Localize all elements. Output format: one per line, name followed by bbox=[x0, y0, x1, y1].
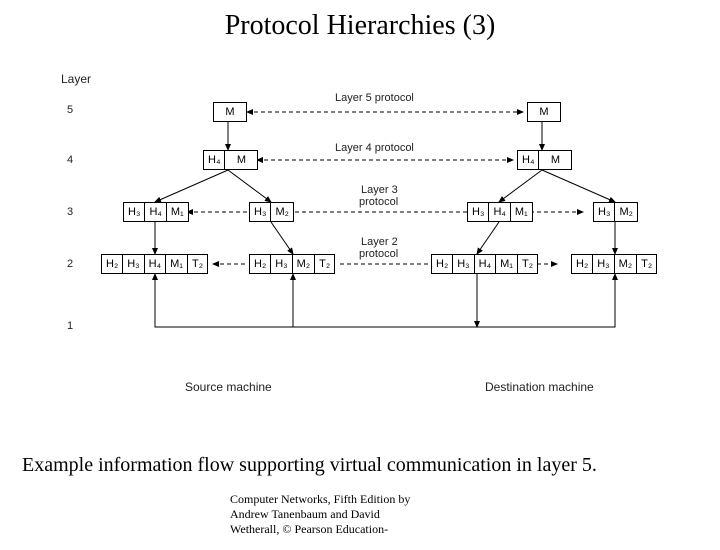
l2-left-b-box: H₂H₃M₂T₂ bbox=[249, 254, 335, 274]
layer-1-label: 1 bbox=[67, 320, 73, 332]
slide-footer: Computer Networks, Fifth Edition by Andr… bbox=[230, 492, 410, 537]
layer-label: Layer bbox=[61, 72, 91, 86]
layer2-protocol-label-b: protocol bbox=[359, 248, 398, 260]
slide-caption: Example information flow supporting virt… bbox=[0, 454, 720, 477]
l5-left-box: M bbox=[213, 102, 247, 122]
l2-right-b-box: H₂H₃M₂T₂ bbox=[571, 254, 657, 274]
l3-left-a-box: H₃H₄M₁ bbox=[123, 202, 189, 222]
l4-right-box: H₄ M bbox=[517, 150, 572, 170]
l3-right-a-box: H₃H₄M₁ bbox=[467, 202, 533, 222]
l3-right-b-box: H₃M₂ bbox=[593, 202, 638, 222]
layer2-protocol-label-a: Layer 2 bbox=[361, 236, 398, 248]
source-machine-label: Source machine bbox=[185, 380, 272, 394]
l2-right-a-box: H₂H₃H₄M₁T₂ bbox=[431, 254, 538, 274]
layer4-protocol-label: Layer 4 protocol bbox=[335, 142, 414, 154]
l5-right-box: M bbox=[527, 102, 561, 122]
l3-left-b-box: H₃M₂ bbox=[249, 202, 294, 222]
footer-line1: Computer Networks, Fifth Edition by bbox=[230, 492, 410, 507]
layer-3-label: 3 bbox=[67, 206, 73, 218]
layer3-protocol-label-a: Layer 3 bbox=[361, 184, 398, 196]
layer-2-label: 2 bbox=[67, 258, 73, 270]
l4-left-box: H₄ M bbox=[203, 150, 258, 170]
protocol-diagram: Layer 5 4 3 2 1 Layer 5 protocol Layer 4… bbox=[55, 72, 710, 432]
layer-4-label: 4 bbox=[67, 154, 73, 166]
footer-line2: Andrew Tanenbaum and David bbox=[230, 507, 410, 522]
layer5-protocol-label: Layer 5 protocol bbox=[335, 92, 414, 104]
layer3-protocol-label-b: protocol bbox=[359, 196, 398, 208]
l2-left-a-box: H₂H₃H₄M₁T₂ bbox=[101, 254, 208, 274]
layer-5-label: 5 bbox=[67, 104, 73, 116]
footer-line3: Wetherall, © Pearson Education- bbox=[230, 522, 410, 537]
slide-title: Protocol Hierarchies (3) bbox=[0, 10, 720, 42]
destination-machine-label: Destination machine bbox=[485, 380, 594, 394]
